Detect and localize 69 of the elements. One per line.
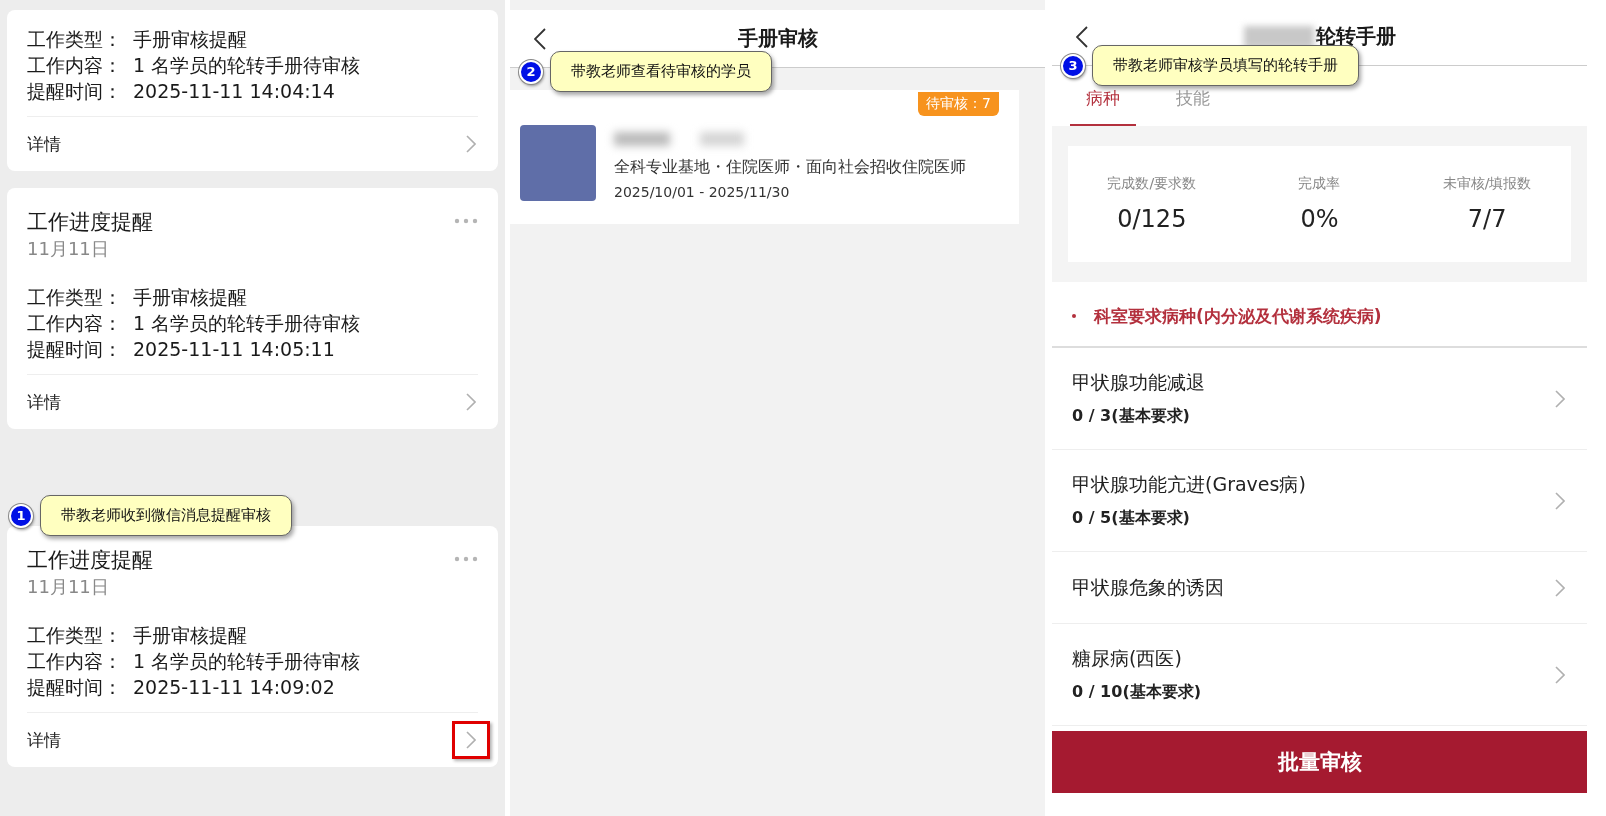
back-icon[interactable] xyxy=(1076,26,1088,48)
callout: 带教老师审核学员填写的轮转手册 xyxy=(1092,45,1359,86)
card-title: 工作进度提醒 xyxy=(27,547,153,574)
pending-badge: 待审核：7 xyxy=(918,92,999,116)
rotation-period: 2025/10/01 - 2025/11/30 xyxy=(614,183,791,200)
disease-name: 甲状腺功能亢进(Graves病) xyxy=(1072,472,1306,497)
field-value: 1 名学员的轮转手册待审核 xyxy=(133,649,361,674)
details-link[interactable]: 详情 xyxy=(27,132,61,156)
step-number: 1 xyxy=(9,503,33,528)
disease-item[interactable]: 甲状腺危象的诱因 xyxy=(1052,552,1587,624)
stat-label: 完成率 xyxy=(1298,175,1341,193)
field-value: 1 名学员的轮转手册待审核 xyxy=(133,53,361,78)
chevron-right-icon xyxy=(1555,578,1565,597)
bullet-dot xyxy=(1072,314,1076,318)
field-label: 提醒时间： xyxy=(27,79,123,104)
card-title: 工作进度提醒 xyxy=(27,209,153,236)
section-title: 科室要求病种(内分泌及代谢系统疾病) xyxy=(1094,304,1382,328)
callout: 带教老师收到微信消息提醒审核 xyxy=(40,495,292,536)
chevron-right-icon xyxy=(466,731,476,749)
progress-count: 0 / 10(基本要求) xyxy=(1072,682,1201,703)
chevron-right-icon xyxy=(1555,389,1565,408)
highlight-frame[interactable] xyxy=(452,721,490,759)
field-value: 2025-11-11 14:05:11 xyxy=(133,337,335,362)
card-date: 11月11日 xyxy=(27,575,110,599)
field-value: 2025-11-11 14:04:14 xyxy=(133,79,335,104)
card-date: 11月11日 xyxy=(27,237,110,261)
progress-count: 0 / 5(基本要求) xyxy=(1072,508,1191,529)
more-icon[interactable] xyxy=(454,556,478,562)
field-label: 提醒时间： xyxy=(27,675,123,700)
student-card[interactable]: 待审核：7 全科专业基地・住院医师・面向社会招收住院医师 2025/10/01 - 2025/11/30 xyxy=(510,90,1019,224)
chevron-right-icon xyxy=(1555,491,1565,510)
batch-review-button[interactable]: 批量审核 xyxy=(1052,731,1587,793)
disease-name: 甲状腺功能减退 xyxy=(1072,370,1205,395)
stat-label: 未审核/填报数 xyxy=(1442,175,1532,193)
disease-item[interactable]: 糖尿病(西医) 0 / 10(基本要求) xyxy=(1052,624,1587,726)
stat-label: 完成数/要求数 xyxy=(1107,175,1197,193)
chevron-right-icon xyxy=(466,393,476,411)
field-label: 工作内容： xyxy=(27,53,123,78)
stat-value: 7/7 xyxy=(1467,205,1507,233)
stat-value: 0% xyxy=(1300,205,1339,233)
disease-name: 糖尿病(西医) xyxy=(1072,646,1183,671)
field-label: 工作类型： xyxy=(27,623,123,648)
field-label: 工作内容： xyxy=(27,649,123,674)
disease-item[interactable]: 甲状腺功能亢进(Graves病) 0 / 5(基本要求) xyxy=(1052,450,1587,552)
more-icon[interactable] xyxy=(454,218,478,224)
field-label: 工作类型： xyxy=(27,27,123,52)
student-info: 全科专业基地・住院医师・面向社会招收住院医师 xyxy=(614,156,966,178)
field-value: 2025-11-11 14:09:02 xyxy=(133,675,335,700)
field-label: 工作类型： xyxy=(27,285,123,310)
chevron-right-icon xyxy=(1555,665,1565,684)
field-value: 手册审核提醒 xyxy=(133,27,247,52)
disease-item[interactable]: 甲状腺功能减退 0 / 3(基本要求) xyxy=(1052,348,1587,450)
step-number: 2 xyxy=(519,59,543,84)
page-title: 手册审核 xyxy=(737,25,818,52)
stat-value: 0/125 xyxy=(1117,205,1187,233)
field-value: 手册审核提醒 xyxy=(133,285,247,310)
callout: 带教老师查看待审核的学员 xyxy=(550,51,772,92)
back-icon[interactable] xyxy=(534,28,546,50)
field-label: 提醒时间： xyxy=(27,337,123,362)
blurred-text xyxy=(1243,25,1314,48)
chevron-right-icon xyxy=(466,135,476,153)
step-number: 3 xyxy=(1061,53,1085,78)
field-value: 手册审核提醒 xyxy=(133,623,247,648)
disease-name: 甲状腺危象的诱因 xyxy=(1072,574,1224,600)
details-link[interactable]: 详情 xyxy=(27,390,61,414)
field-label: 工作内容： xyxy=(27,311,123,336)
field-value: 1 名学员的轮转手册待审核 xyxy=(133,311,361,336)
progress-count: 0 / 3(基本要求) xyxy=(1072,406,1191,427)
details-link[interactable]: 详情 xyxy=(27,728,61,752)
